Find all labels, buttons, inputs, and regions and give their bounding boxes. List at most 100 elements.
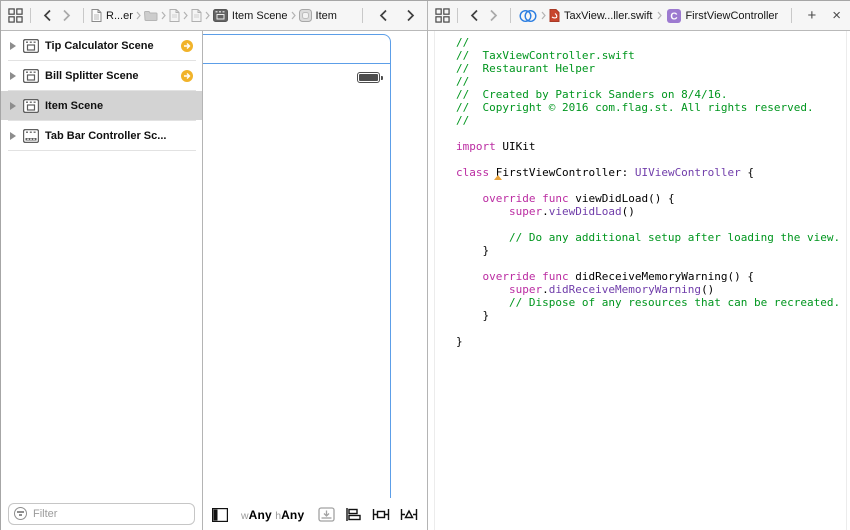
scene-row-bill-splitter[interactable]: Bill Splitter Scene: [1, 61, 202, 90]
disclosure-triangle-icon[interactable]: [10, 71, 16, 80]
code-line[interactable]: // Copyright © 2016 com.flag.st. All rig…: [456, 101, 840, 114]
document-outline: Tip Calculator Scene Bill Splitter Scene: [1, 31, 202, 530]
assistant-jump-bar: TaxView...ller.swift C FirstViewControll…: [428, 1, 850, 31]
toolbar-divider: [510, 8, 511, 23]
forward-chevron-icon[interactable]: [57, 9, 76, 22]
view-controller-selection-outline[interactable]: [203, 34, 391, 498]
toolbar-divider: [791, 8, 793, 23]
back-chevron-icon[interactable]: [38, 9, 57, 22]
swift-file-icon[interactable]: [549, 9, 560, 22]
scene-label: Item Scene: [45, 99, 104, 112]
toolbar-divider: [457, 8, 458, 23]
row-divider: [8, 150, 196, 151]
code-line[interactable]: // Restaurant Helper: [456, 62, 840, 75]
size-class-control[interactable]: wAny hAny: [241, 508, 304, 522]
breadcrumb-chevron-icon: [541, 11, 546, 20]
forward-chevron-icon[interactable]: [484, 9, 503, 22]
folder-icon[interactable]: [143, 10, 158, 21]
toolbar-divider: [30, 8, 31, 23]
breadcrumb-chevron-icon: [161, 11, 166, 20]
code-line[interactable]: }: [456, 309, 840, 322]
code-line[interactable]: [456, 218, 840, 231]
resolve-autolayout-icon[interactable]: [400, 507, 418, 522]
width-value: Any: [248, 507, 272, 522]
code-line[interactable]: override func didReceiveMemoryWarning() …: [456, 270, 840, 283]
scene-label: Bill Splitter Scene: [45, 69, 139, 82]
breadcrumb-scene[interactable]: Item Scene: [232, 10, 288, 22]
tab-bar-controller-icon: [23, 128, 39, 143]
code-line[interactable]: [456, 153, 840, 166]
view-controller-icon: [23, 38, 39, 53]
breadcrumb-file[interactable]: R...er: [106, 10, 133, 22]
code-line[interactable]: class FirstViewController: UIViewControl…: [456, 166, 840, 179]
code-line[interactable]: override func viewDidLoad() {: [456, 192, 840, 205]
code-line[interactable]: // Do any additional setup after loading…: [456, 231, 840, 244]
view-controller-icon: [23, 68, 39, 83]
filter-icon[interactable]: [14, 507, 27, 520]
breadcrumb-symbol[interactable]: FirstViewController: [685, 10, 778, 22]
view-top-edge: [203, 63, 391, 64]
ib-canvas[interactable]: wAny hAny: [203, 31, 427, 530]
document-icon[interactable]: [169, 9, 180, 22]
code-line[interactable]: // Created by Patrick Sanders on 8/4/16.: [456, 88, 840, 101]
code-line[interactable]: [456, 127, 840, 140]
code-line[interactable]: [456, 322, 840, 335]
code-line[interactable]: [456, 257, 840, 270]
svg-text:C: C: [671, 11, 678, 22]
editor-right-line: [846, 31, 847, 530]
add-assistant-button[interactable]: +: [799, 2, 824, 30]
scene-label: Tab Bar Controller Sc...: [45, 129, 167, 142]
breadcrumb-item[interactable]: Item: [316, 10, 337, 22]
related-items-icon[interactable]: [435, 8, 450, 23]
scene-row-tab-bar-controller[interactable]: Tab Bar Controller Sc...: [1, 121, 202, 150]
breadcrumb-chevron-icon: [183, 11, 188, 20]
code-line[interactable]: //: [456, 114, 840, 127]
class-symbol-icon[interactable]: C: [667, 8, 682, 23]
back-chevron-icon[interactable]: [465, 9, 484, 22]
document-outline-toggle-icon[interactable]: [212, 507, 228, 522]
warning-arrow-icon[interactable]: [181, 69, 193, 82]
code-line[interactable]: //: [456, 36, 840, 49]
code-line[interactable]: import UIKit: [456, 140, 840, 153]
breadcrumb-chevron-icon: [657, 11, 663, 20]
forward-chevron-icon[interactable]: [397, 9, 427, 22]
embed-stack-icon[interactable]: [318, 507, 335, 522]
panel-divider[interactable]: [202, 31, 203, 530]
breadcrumb-swift-file[interactable]: TaxView...ller.swift: [564, 10, 652, 22]
code-line[interactable]: //: [456, 75, 840, 88]
code-line[interactable]: super.didReceiveMemoryWarning(): [456, 283, 840, 296]
close-assistant-button[interactable]: ×: [824, 2, 850, 30]
code-line[interactable]: super.viewDidLoad(): [456, 205, 840, 218]
issue-caret-icon: [494, 175, 502, 180]
code-area[interactable]: //// TaxViewController.swift// Restauran…: [456, 36, 840, 348]
view-controller-icon: [23, 98, 39, 113]
scene-row-item[interactable]: Item Scene: [1, 91, 202, 120]
pin-icon[interactable]: [372, 507, 390, 522]
disclosure-triangle-icon[interactable]: [10, 131, 16, 140]
editor-gutter-line: [434, 31, 435, 530]
code-line[interactable]: [456, 179, 840, 192]
ib-jump-bar: R...er Item Scene Item: [1, 1, 427, 31]
view-icon[interactable]: [298, 9, 312, 22]
code-line[interactable]: // TaxViewController.swift: [456, 49, 840, 62]
back-chevron-icon[interactable]: [370, 9, 397, 22]
document-icon[interactable]: [91, 9, 102, 22]
code-line[interactable]: }: [456, 244, 840, 257]
document-icon[interactable]: [191, 9, 202, 22]
disclosure-triangle-icon[interactable]: [10, 41, 16, 50]
battery-icon: [357, 72, 383, 83]
filter-field-wrap: [8, 503, 195, 525]
counterparts-icon[interactable]: [518, 9, 538, 23]
editor-divider[interactable]: [427, 1, 428, 530]
view-controller-icon[interactable]: [212, 9, 228, 22]
source-editor[interactable]: //// TaxViewController.swift// Restauran…: [428, 31, 850, 530]
breadcrumb-chevron-icon: [205, 11, 210, 20]
scene-row-tip-calculator[interactable]: Tip Calculator Scene: [1, 31, 202, 60]
related-items-icon[interactable]: [8, 8, 23, 23]
disclosure-triangle-icon[interactable]: [10, 101, 16, 110]
align-icon[interactable]: [345, 507, 362, 522]
code-line[interactable]: }: [456, 335, 840, 348]
code-line[interactable]: // Dispose of any resources that can be …: [456, 296, 840, 309]
warning-arrow-icon[interactable]: [181, 39, 193, 52]
filter-input[interactable]: [8, 503, 195, 525]
